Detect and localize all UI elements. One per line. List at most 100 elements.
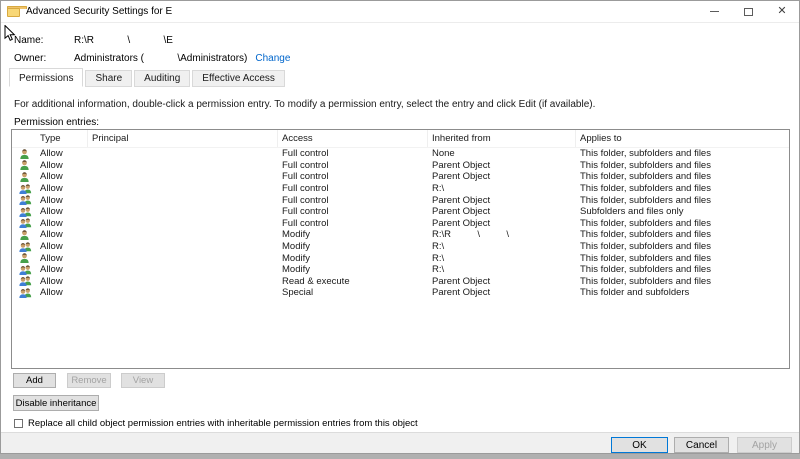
cell-access: Full control <box>282 217 329 229</box>
minimize-icon <box>709 11 719 12</box>
cell-access: Modify <box>282 264 310 276</box>
user-icon <box>12 160 36 171</box>
column-header-principal[interactable]: Principal <box>88 130 278 147</box>
cell-access: Special <box>282 287 314 299</box>
add-button[interactable]: Add <box>13 373 56 388</box>
name-field-row: Name: R:\R \ \E <box>14 35 173 46</box>
close-button[interactable]: ✕ <box>765 1 799 22</box>
permission-entries-table[interactable]: Type Principal Access Inherited from Applies… <box>11 129 790 369</box>
cell-access: Full control <box>282 183 329 195</box>
name-value: R:\R \ \E <box>74 35 173 46</box>
tab-strip: Permissions Share Auditing Effective Access <box>9 68 287 87</box>
cell-access: Modify <box>282 241 310 253</box>
table-row[interactable]: Allow Full control Parent Object This folde… <box>12 160 789 172</box>
folder-icon <box>7 6 27 17</box>
tab-auditing[interactable]: Auditing <box>134 70 191 87</box>
cell-applies-to: Subfolders and files only <box>580 206 684 218</box>
cell-type: Allow <box>40 183 63 195</box>
table-row[interactable]: Allow Read & execute Parent Object This fol… <box>12 276 789 288</box>
cell-inherited-from: R:\ <box>432 241 445 253</box>
cell-applies-to: This folder, subfolders and files <box>580 241 711 253</box>
group-icon <box>12 183 36 194</box>
tab-effective-access[interactable]: Effective Access <box>192 70 285 87</box>
view-button[interactable]: View <box>121 373 165 388</box>
column-header-applies-to[interactable]: Applies to <box>576 130 789 147</box>
cancel-button[interactable]: Cancel <box>674 437 729 453</box>
apply-button[interactable]: Apply <box>737 437 792 453</box>
mouse-cursor <box>4 24 16 47</box>
cell-inherited-from: None <box>432 148 455 160</box>
title-bar: Advanced Security Settings for E ✕ <box>1 1 799 23</box>
table-row[interactable]: Allow Full control None This folder, subfol… <box>12 148 789 160</box>
table-row[interactable]: Allow Full control Parent Object This folde… <box>12 194 789 206</box>
cell-type: Allow <box>40 264 63 276</box>
table-row[interactable]: Allow Full control Parent Object This folde… <box>12 171 789 183</box>
cell-access: Full control <box>282 171 329 183</box>
change-owner-link[interactable]: Change <box>255 53 290 64</box>
disable-inheritance-button[interactable]: Disable inheritance <box>13 395 99 411</box>
cell-access: Modify <box>282 229 310 241</box>
close-icon: ✕ <box>777 5 787 17</box>
cell-type: Allow <box>40 159 63 171</box>
table-row[interactable]: Allow Modify R:\ This folder, subfolders an… <box>12 241 789 253</box>
table-row[interactable]: Allow Special Parent Object This folder and… <box>12 287 789 299</box>
table-row[interactable]: Allow Modify R:\ This folder, subfolders an… <box>12 264 789 276</box>
table-row[interactable]: Allow Modify R:\R \ \ This folder, subfolde… <box>12 229 789 241</box>
cell-type: Allow <box>40 275 63 287</box>
table-row[interactable]: Allow Full control Parent Object Subfolders… <box>12 206 789 218</box>
cell-inherited-from: R:\R \ \ <box>432 229 510 241</box>
replace-permissions-label: Replace all child object permission entr… <box>28 418 418 429</box>
cell-applies-to: This folder, subfolders and files <box>580 275 711 287</box>
tab-share[interactable]: Share <box>85 70 133 87</box>
replace-permissions-checkbox[interactable] <box>14 419 23 428</box>
permission-table-body: Allow Full control None This folder, subfol… <box>12 148 789 299</box>
cell-type: Allow <box>40 194 63 206</box>
cell-type: Allow <box>40 171 63 183</box>
table-header-row: Type Principal Access Inherited from Applies… <box>12 130 789 148</box>
cell-applies-to: This folder, subfolders and files <box>580 229 711 241</box>
cell-applies-to: This folder, subfolders and files <box>580 171 711 183</box>
cell-inherited-from: R:\ <box>432 183 445 195</box>
name-label: Name: <box>14 35 44 46</box>
table-row[interactable]: Allow Full control R:\ This folder, subfold… <box>12 183 789 195</box>
cell-inherited-from: Parent Object <box>432 206 491 218</box>
table-row[interactable]: Allow Modify R:\ This folder, subfolders an… <box>12 252 789 264</box>
owner-field-row: Owner: Administrators ( \Administrators)… <box>14 53 290 64</box>
cell-type: Allow <box>40 148 63 160</box>
column-header-inherited-from[interactable]: Inherited from <box>428 130 576 147</box>
group-icon <box>12 195 36 206</box>
cell-access: Full control <box>282 159 329 171</box>
tab-permissions[interactable]: Permissions <box>9 68 84 87</box>
owner-value: Administrators ( \Administrators) <box>74 53 248 64</box>
cell-type: Allow <box>40 217 63 229</box>
cell-access: Read & execute <box>282 275 350 287</box>
cell-type: Allow <box>40 252 63 264</box>
advanced-security-settings-dialog: Advanced Security Settings for E ✕ Name:… <box>0 0 800 454</box>
cell-inherited-from: Parent Object <box>432 287 491 299</box>
cell-type: Allow <box>40 287 63 299</box>
maximize-icon <box>743 7 753 16</box>
column-header-access[interactable]: Access <box>278 130 428 147</box>
window-title: Advanced Security Settings for E <box>26 6 173 17</box>
ok-button[interactable]: OK <box>611 437 668 453</box>
cell-type: Allow <box>40 229 63 241</box>
cell-inherited-from: Parent Object <box>432 275 491 287</box>
group-icon <box>12 218 36 229</box>
cell-applies-to: This folder, subfolders and files <box>580 183 711 195</box>
maximize-button[interactable] <box>731 1 765 22</box>
cell-applies-to: This folder and subfolders <box>580 287 690 299</box>
group-icon <box>12 241 36 252</box>
group-icon <box>12 288 36 298</box>
cell-applies-to: This folder, subfolders and files <box>580 148 711 160</box>
owner-label: Owner: <box>14 53 47 64</box>
minimize-button[interactable] <box>697 1 731 22</box>
cell-access: Full control <box>282 148 329 160</box>
cell-access: Full control <box>282 194 329 206</box>
cell-inherited-from: Parent Object <box>432 159 491 171</box>
table-row[interactable]: Allow Full control Parent Object This folde… <box>12 218 789 230</box>
cell-applies-to: This folder, subfolders and files <box>580 159 711 171</box>
info-text: For additional information, double-click… <box>14 99 596 110</box>
remove-button[interactable]: Remove <box>67 373 111 388</box>
replace-permissions-checkbox-row[interactable]: Replace all child object permission entr… <box>14 418 418 429</box>
column-header-type[interactable]: Type <box>12 130 88 147</box>
